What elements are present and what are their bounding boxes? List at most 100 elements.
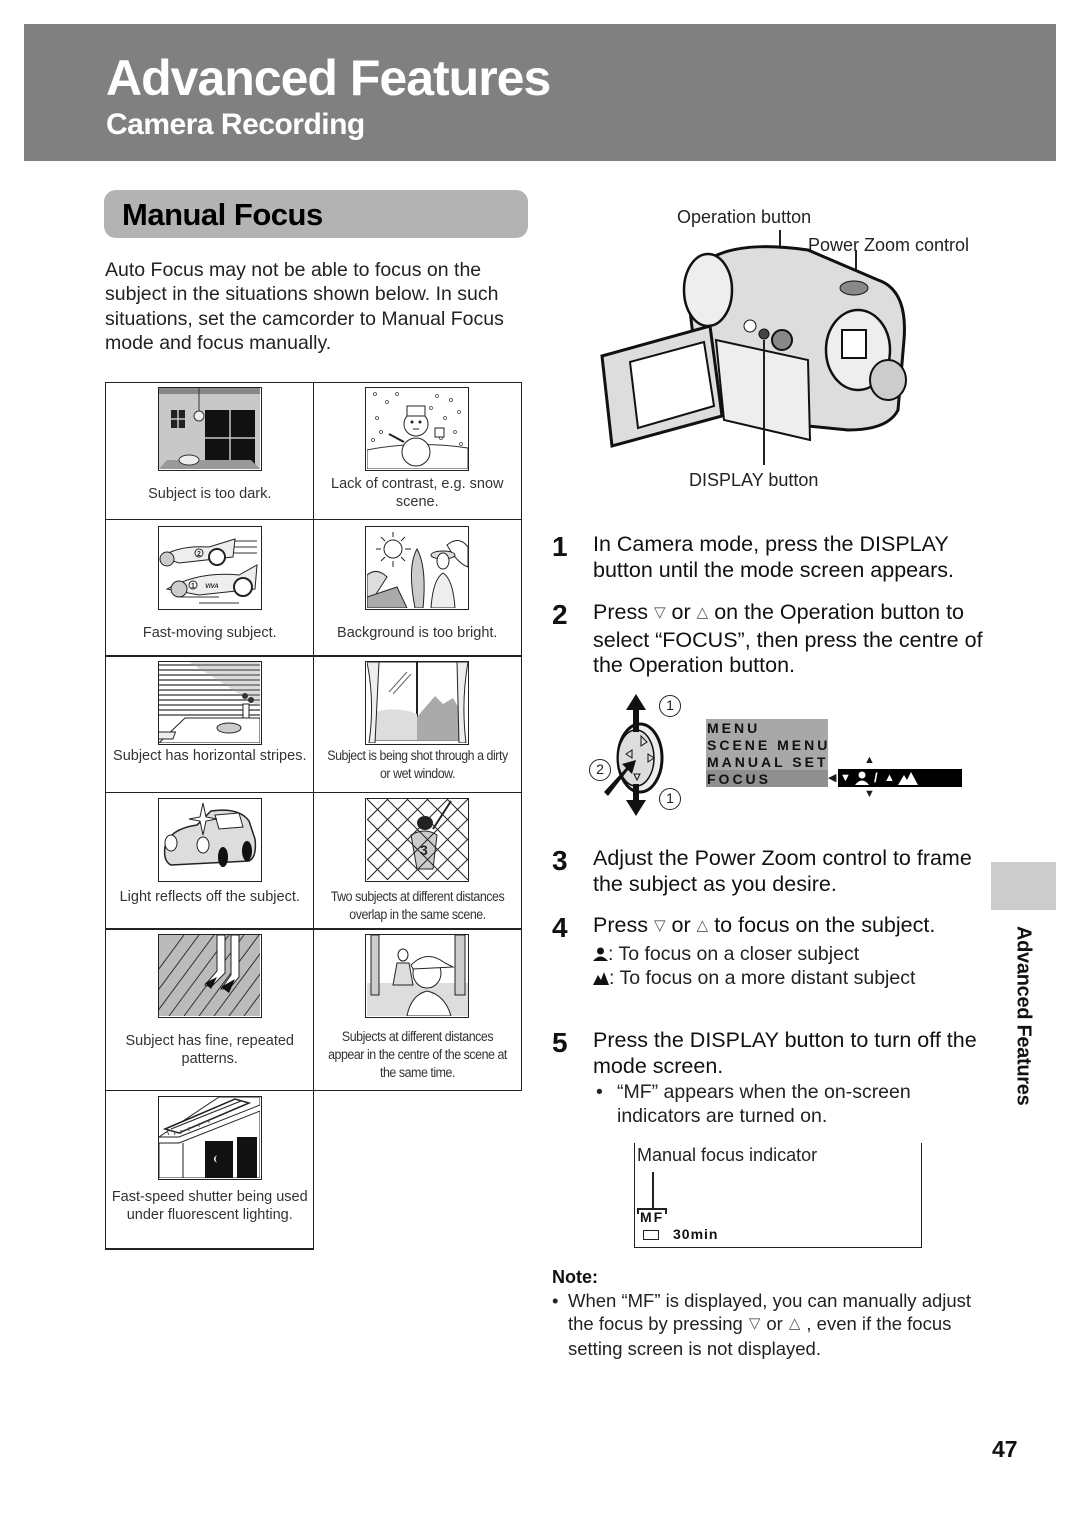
situation-caption: Light reflects off the subject. <box>119 888 300 905</box>
situation-cell: Fast-speed shutter being used under fluo… <box>105 1089 315 1250</box>
separator: / <box>874 770 878 785</box>
down-button-icon: ▽ <box>653 917 666 934</box>
bullet-icon: • <box>552 1290 559 1311</box>
situation-cell: Subject is too dark. <box>105 382 315 521</box>
situation-caption: Subject is too dark. <box>148 486 272 503</box>
situation-caption: Subject is being shot through a dirty or… <box>327 748 508 782</box>
step-number: 2 <box>552 599 568 630</box>
chapter-tab-marker <box>991 862 1056 910</box>
menu-item: MANUAL SET <box>707 754 829 770</box>
callout-1-bottom: 1 <box>659 788 681 810</box>
shiny-car-illustration <box>157 797 262 882</box>
step-text: In Camera mode, press the DISPLAY button… <box>593 532 954 582</box>
section-title: Manual Focus <box>122 197 323 232</box>
intro-paragraph: Auto Focus may not be able to focus on t… <box>105 259 504 354</box>
empty-cell <box>314 1091 523 1250</box>
chapter-tab-label: Advanced Features <box>1012 926 1035 1106</box>
situation-caption: Subject has horizontal stripes. <box>113 748 307 765</box>
chapter-title: Advanced Features <box>106 50 551 106</box>
note-heading: Note: <box>552 1267 598 1287</box>
label-display-button: DISPLAY button <box>689 470 819 490</box>
situation-cell: Background is too bright. <box>312 518 522 657</box>
up-button-icon: △ <box>696 604 709 621</box>
table-row: Subject has fine, repeated patterns. Sub… <box>105 928 527 1092</box>
table-row: Subject is too dark. Lack of contrast, e… <box>105 382 527 521</box>
step-number: 1 <box>552 531 568 562</box>
step-text: Press the DISPLAY button to turn off the… <box>593 1028 983 1128</box>
situation-caption: Lack of contrast, e.g. snow scene. <box>331 476 504 511</box>
race-cars-illustration: 2 1 VIVA <box>157 525 262 610</box>
down-button-icon: ▽ <box>653 604 666 621</box>
down-button-icon: ▽ <box>748 1315 761 1332</box>
indicator-leader-line <box>652 1172 654 1208</box>
chapter-subtitle: Camera Recording <box>106 108 365 141</box>
pointer-left-icon: ◀ <box>828 772 837 784</box>
arrow-up-icon: ▲ <box>864 754 875 766</box>
person-icon <box>855 771 869 785</box>
situation-cell: Lack of contrast, e.g. snow scene. <box>312 382 522 521</box>
tape-remaining-time: 30min <box>673 1226 719 1242</box>
table-row: Fast-speed shutter being used under fluo… <box>105 1089 527 1250</box>
mountain-icon <box>593 971 609 985</box>
svg-text:VIVA: VIVA <box>205 584 219 590</box>
person-icon <box>593 947 608 961</box>
table-row: 2 1 VIVA Fast-moving subject. Background… <box>105 518 527 657</box>
situation-cell: Subject is being shot through a dirty or… <box>312 655 522 794</box>
menu-item: MENU <box>707 720 761 736</box>
wet-window-illustration <box>365 661 470 746</box>
step-number: 3 <box>552 845 568 876</box>
indicator-label: Manual focus indicator <box>637 1145 818 1165</box>
page-number: 47 <box>992 1436 1018 1462</box>
step-text: Adjust the Power Zoom control to frame t… <box>593 846 972 896</box>
situation-caption: Subject has fine, repeated patterns. <box>125 1033 294 1068</box>
situation-cell: Light reflects off the subject. <box>105 791 315 930</box>
snowman-illustration <box>365 387 470 472</box>
down-icon: ▼ <box>840 772 851 784</box>
situation-caption: Background is too bright. <box>337 624 498 641</box>
step-number: 5 <box>552 1027 568 1058</box>
step-text: Press ▽ or △ on the Operation button to sele… <box>593 600 983 677</box>
blinds-illustration <box>157 661 262 746</box>
cassette-icon <box>643 1230 659 1240</box>
mountain-icon <box>898 772 918 785</box>
callout-2: 2 <box>589 759 611 781</box>
situation-cell: Subject has horizontal stripes. <box>105 655 315 794</box>
situation-caption: Two subjects at different distances over… <box>330 888 505 922</box>
beach-woman-illustration <box>365 525 470 610</box>
distant-subject-hint: : To focus on a more distant subject <box>593 966 983 990</box>
situation-caption: Fast-moving subject. <box>142 624 277 641</box>
situation-cell: 3 Two subjects at different distances ov… <box>312 791 522 930</box>
situation-cell: 2 1 VIVA Fast-moving subject. <box>105 518 315 657</box>
focus-setting-bar: ▼ / ▲ <box>838 769 962 787</box>
bullet-icon: • <box>596 1081 603 1103</box>
callout-1-top: 1 <box>659 695 681 717</box>
up-icon: ▲ <box>884 772 895 784</box>
camcorder-illustration <box>598 230 928 465</box>
closer-subject-hint: : To focus on a closer subject <box>593 942 983 966</box>
menu-item: SCENE MENU <box>707 737 831 753</box>
fence-batter-illustration: 3 <box>365 797 470 882</box>
situation-caption: Subjects at different distances appear i… <box>327 1029 507 1081</box>
mode-screen-menu-items: MENU SCENE MENU MANUAL SET FOCUS <box>706 720 830 788</box>
menu-item-focus: FOCUS <box>707 771 771 787</box>
two-people-illustration <box>365 934 470 1019</box>
situations-table: Subject is too dark. Lack of contrast, e… <box>105 382 527 1250</box>
note-body: • When “MF” is displayed, you can manual… <box>552 1290 972 1359</box>
dark-room-illustration <box>157 387 262 472</box>
step-text: Press ▽ or △ to focus on the subject. : To f… <box>593 913 983 990</box>
up-button-icon: △ <box>788 1315 801 1332</box>
situation-cell: Subject has fine, repeated patterns. <box>105 928 315 1092</box>
fluorescent-light-illustration <box>157 1095 262 1180</box>
arrow-down-icon: ▼ <box>864 788 875 800</box>
svg-text:1: 1 <box>191 583 195 590</box>
up-button-icon: △ <box>696 917 709 934</box>
step-bullet: • “MF” appears when the on-screen indica… <box>596 1081 911 1127</box>
situation-cell: Subjects at different distances appear i… <box>312 928 522 1092</box>
label-operation-button: Operation button <box>677 207 812 227</box>
mf-indicator: MF <box>640 1209 665 1225</box>
svg-text:2: 2 <box>197 551 201 558</box>
patterned-floor-illustration <box>157 934 262 1019</box>
table-row: Subject has horizontal stripes. Subject … <box>105 655 527 794</box>
situation-caption: Fast-speed shutter being used under fluo… <box>111 1188 308 1223</box>
step-number: 4 <box>552 912 568 943</box>
